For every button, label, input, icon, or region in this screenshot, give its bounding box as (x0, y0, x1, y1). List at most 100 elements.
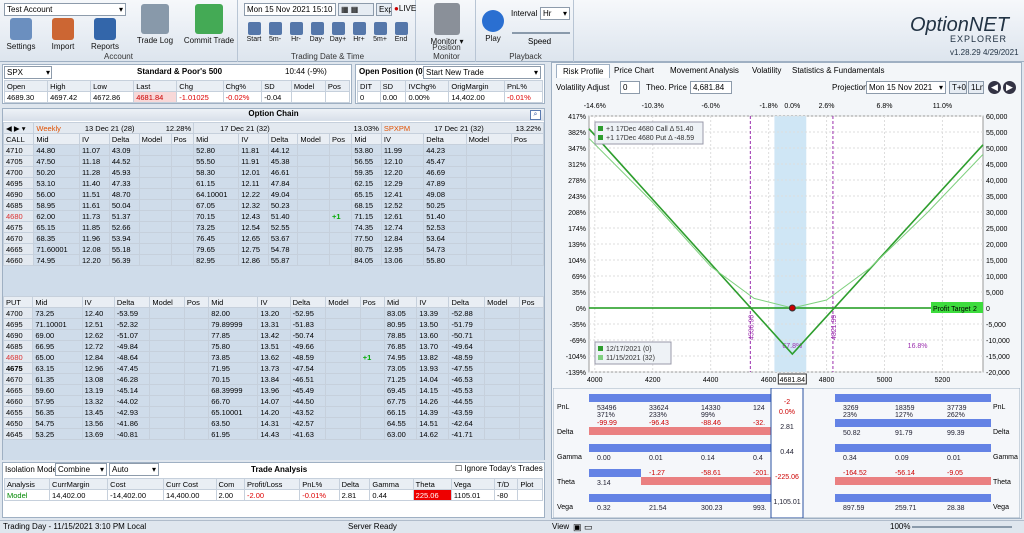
chain-row[interactable]: 4675 65.15 11.85 52.66 73.25 12.54 52.55 74.35 1… (2, 221, 545, 233)
option-value[interactable]: 56.39 (108, 254, 140, 266)
pos-cell[interactable] (510, 243, 545, 255)
option-value[interactable]: 71.25 (384, 373, 418, 385)
model-cell[interactable] (325, 307, 361, 319)
model-cell[interactable] (297, 199, 331, 211)
option-value[interactable]: 14.31 (257, 417, 291, 429)
pos-cell[interactable] (359, 307, 386, 319)
option-value[interactable]: 73.05 (384, 362, 418, 374)
option-value[interactable]: 12.54 (238, 221, 269, 233)
pos-cell[interactable] (510, 199, 545, 211)
option-value[interactable]: -41.71 (448, 428, 486, 440)
interval-select[interactable]: Hr ▾ (540, 7, 570, 20)
option-value[interactable]: 50.04 (108, 199, 140, 211)
option-value[interactable]: 14.39 (416, 406, 450, 418)
option-value[interactable]: 12.86 (238, 254, 269, 266)
pos-cell[interactable] (183, 395, 210, 407)
option-value[interactable]: 56.55 (351, 155, 382, 167)
option-value[interactable]: 76.85 (384, 340, 418, 352)
option-value[interactable]: 13.60 (416, 329, 450, 341)
option-value[interactable]: -44.50 (289, 395, 327, 407)
model-cell[interactable] (138, 166, 172, 178)
option-value[interactable]: -49.64 (448, 340, 486, 352)
option-value[interactable]: 46.69 (423, 166, 467, 178)
pos-cell[interactable] (329, 243, 353, 255)
option-value[interactable]: -42.57 (289, 417, 327, 429)
model-cell[interactable] (138, 221, 172, 233)
model-cell[interactable] (325, 362, 361, 374)
option-value[interactable]: 13.51 (257, 340, 291, 352)
chain-row[interactable]: 4650 54.75 13.56 -41.86 63.50 14.31 -42.57 64.5… (2, 417, 545, 429)
option-value[interactable]: 12.61 (380, 210, 425, 222)
option-value[interactable]: 12.51 (81, 318, 115, 330)
pos-cell[interactable] (183, 362, 210, 374)
option-value[interactable]: 14.15 (416, 384, 450, 396)
pos-cell[interactable] (510, 210, 545, 222)
option-value[interactable]: 12.40 (81, 307, 115, 319)
isolation-mode-select[interactable]: Combine ▾ (55, 463, 107, 476)
option-value[interactable]: 73.25 (193, 221, 240, 233)
model-cell[interactable] (325, 417, 361, 429)
option-value[interactable]: -52.32 (113, 318, 151, 330)
option-value[interactable]: 71.10001 (32, 318, 83, 330)
projection-date[interactable]: Mon 15 Nov 2021 ▾ (866, 81, 946, 94)
pos-cell[interactable] (518, 307, 545, 319)
pos-cell[interactable]: +1 (359, 351, 386, 363)
option-value[interactable]: 14.26 (416, 395, 450, 407)
model-cell[interactable] (149, 318, 185, 330)
option-value[interactable]: -51.07 (113, 329, 151, 341)
option-value[interactable]: 57.95 (32, 395, 83, 407)
pos-cell[interactable] (183, 373, 210, 385)
model-cell[interactable] (465, 199, 512, 211)
option-value[interactable]: 82.00 (208, 307, 259, 319)
model-cell[interactable] (297, 254, 331, 266)
option-value[interactable]: 53.94 (108, 232, 140, 244)
option-value[interactable]: 13.56 (81, 417, 115, 429)
option-value[interactable]: 54.75 (32, 417, 83, 429)
model-cell[interactable] (297, 243, 331, 255)
model-cell[interactable] (484, 362, 520, 374)
option-value[interactable]: 62.15 (351, 177, 382, 189)
option-value[interactable]: 79.65 (193, 243, 240, 255)
theo-price-input[interactable]: 4,681.84 (690, 81, 732, 94)
option-value[interactable]: 68.15 (351, 199, 382, 211)
option-value[interactable]: 12.29 (380, 177, 425, 189)
model-cell[interactable] (465, 166, 512, 178)
model-cell[interactable] (297, 221, 331, 233)
commit-trade-button[interactable]: Commit Trade (182, 4, 236, 45)
plus-hr-button[interactable]: Hr+ (349, 22, 369, 43)
option-value[interactable]: 66.70 (208, 395, 259, 407)
pos-cell[interactable] (518, 406, 545, 418)
tab-movement-analysis[interactable]: Movement Analysis (664, 64, 745, 78)
minus-5m-button[interactable]: 5m- (265, 22, 285, 43)
pos-cell[interactable] (510, 177, 545, 189)
option-value[interactable]: -43.59 (448, 406, 486, 418)
option-value[interactable]: 13.69 (81, 428, 115, 440)
option-value[interactable]: 66.95 (32, 340, 83, 352)
pos-cell[interactable] (359, 428, 386, 440)
pos-cell[interactable] (183, 329, 210, 341)
pos-cell[interactable] (510, 188, 545, 200)
model-cell[interactable] (484, 373, 520, 385)
option-value[interactable]: 70.15 (193, 210, 240, 222)
option-value[interactable]: -53.59 (113, 307, 151, 319)
option-value[interactable]: -47.55 (448, 362, 486, 374)
pos-cell[interactable] (170, 155, 195, 167)
option-value[interactable]: -45.53 (448, 384, 486, 396)
option-value[interactable]: 12.84 (380, 232, 425, 244)
model-cell[interactable] (484, 307, 520, 319)
option-value[interactable]: 55.87 (267, 254, 299, 266)
option-value[interactable]: 74.95 (33, 254, 80, 266)
pos-cell[interactable] (518, 395, 545, 407)
option-value[interactable]: 12.20 (380, 166, 425, 178)
option-value[interactable]: 12.08 (78, 243, 110, 255)
option-value[interactable]: 59.35 (351, 166, 382, 178)
option-value[interactable]: 82.95 (193, 254, 240, 266)
option-value[interactable]: 65.00 (32, 351, 83, 363)
model-cell[interactable] (484, 428, 520, 440)
pos-cell[interactable] (359, 318, 386, 330)
one-ln-button[interactable]: 1Ln (968, 81, 984, 94)
option-value[interactable]: 12.20 (78, 254, 110, 266)
model-cell[interactable] (325, 340, 361, 352)
option-value[interactable]: 14.07 (257, 395, 291, 407)
option-value[interactable]: 12.62 (81, 329, 115, 341)
